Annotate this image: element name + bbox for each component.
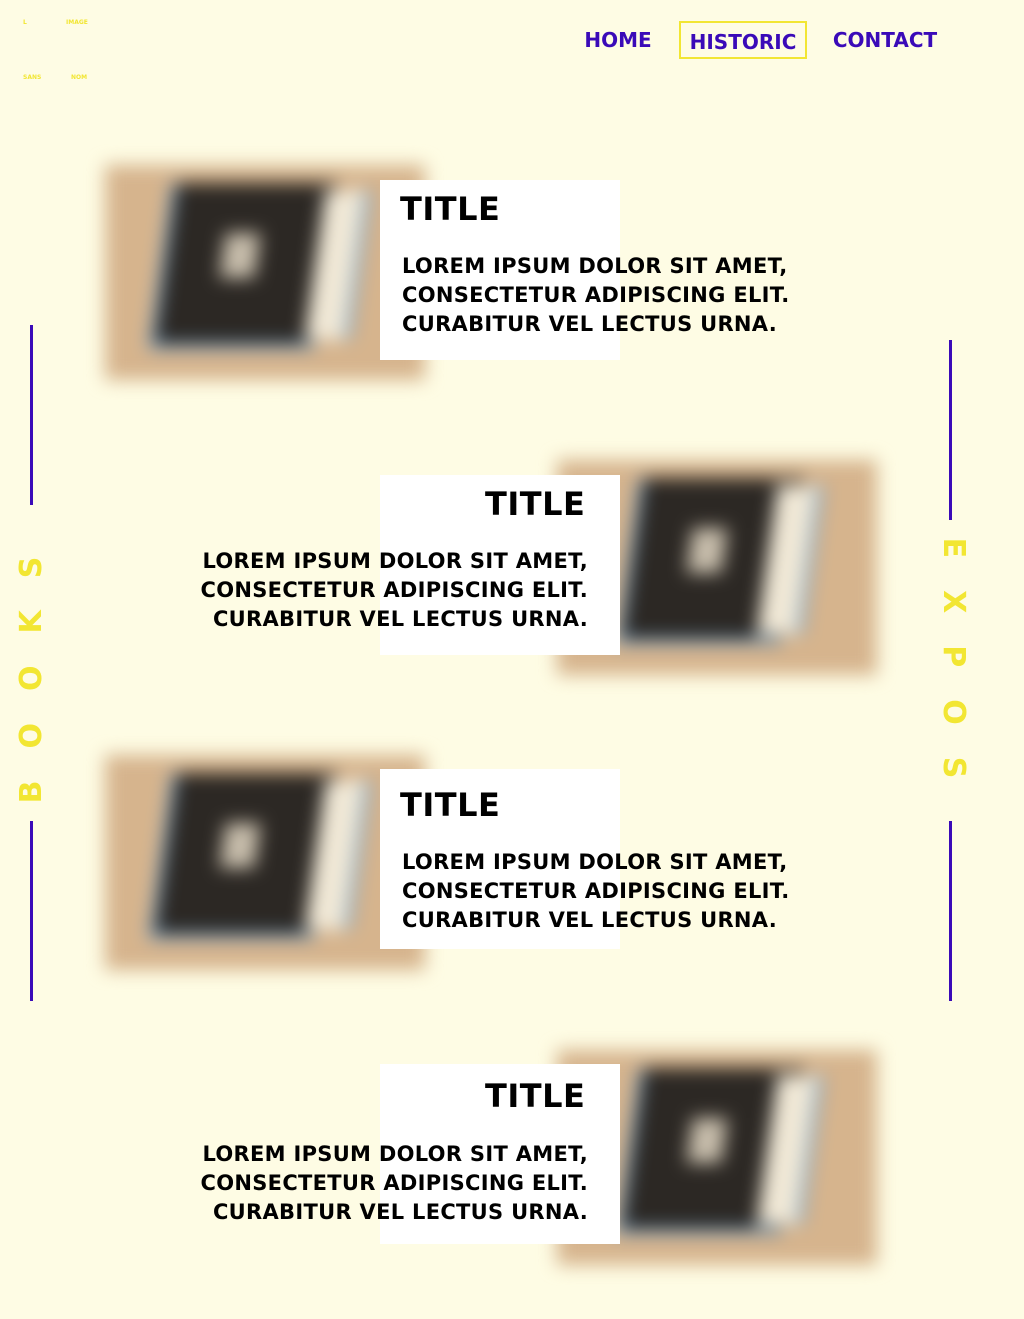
card-4-title[interactable]: TITLE bbox=[485, 1077, 585, 1115]
card-3-title[interactable]: TITLE bbox=[400, 786, 500, 824]
card-1-image[interactable] bbox=[105, 165, 425, 380]
logo-text-nom: NOM bbox=[71, 74, 88, 81]
card-1-text: LOREM IPSUM DOLOR SIT AMET, CONSECTETUR … bbox=[402, 254, 790, 336]
nav-historic-link[interactable]: HISTORIC bbox=[679, 21, 807, 59]
right-divider-top bbox=[949, 340, 952, 520]
card-2-text: LOREM IPSUM DOLOR SIT AMET, CONSECTETUR … bbox=[200, 549, 588, 631]
books-side-link[interactable]: BOOKS bbox=[12, 514, 52, 814]
card-4-text: LOREM IPSUM DOLOR SIT AMET, CONSECTETUR … bbox=[200, 1142, 588, 1224]
left-divider-top bbox=[30, 325, 33, 505]
nav-contact-link[interactable]: CONTACT bbox=[826, 21, 944, 59]
logo-text-sans: SANS bbox=[23, 74, 42, 81]
card-2-title[interactable]: TITLE bbox=[485, 485, 585, 523]
right-divider-bottom bbox=[949, 821, 952, 1001]
card-3-image[interactable] bbox=[105, 755, 425, 970]
nav-home-link[interactable]: HOME bbox=[578, 21, 658, 59]
left-divider-bottom bbox=[30, 821, 33, 1001]
main-nav: HOME HISTORIC CONTACT bbox=[0, 21, 1024, 63]
card-1-title[interactable]: TITLE bbox=[400, 190, 500, 228]
expos-side-link[interactable]: EXPOS bbox=[933, 524, 973, 824]
card-3-text: LOREM IPSUM DOLOR SIT AMET, CONSECTETUR … bbox=[402, 850, 790, 932]
